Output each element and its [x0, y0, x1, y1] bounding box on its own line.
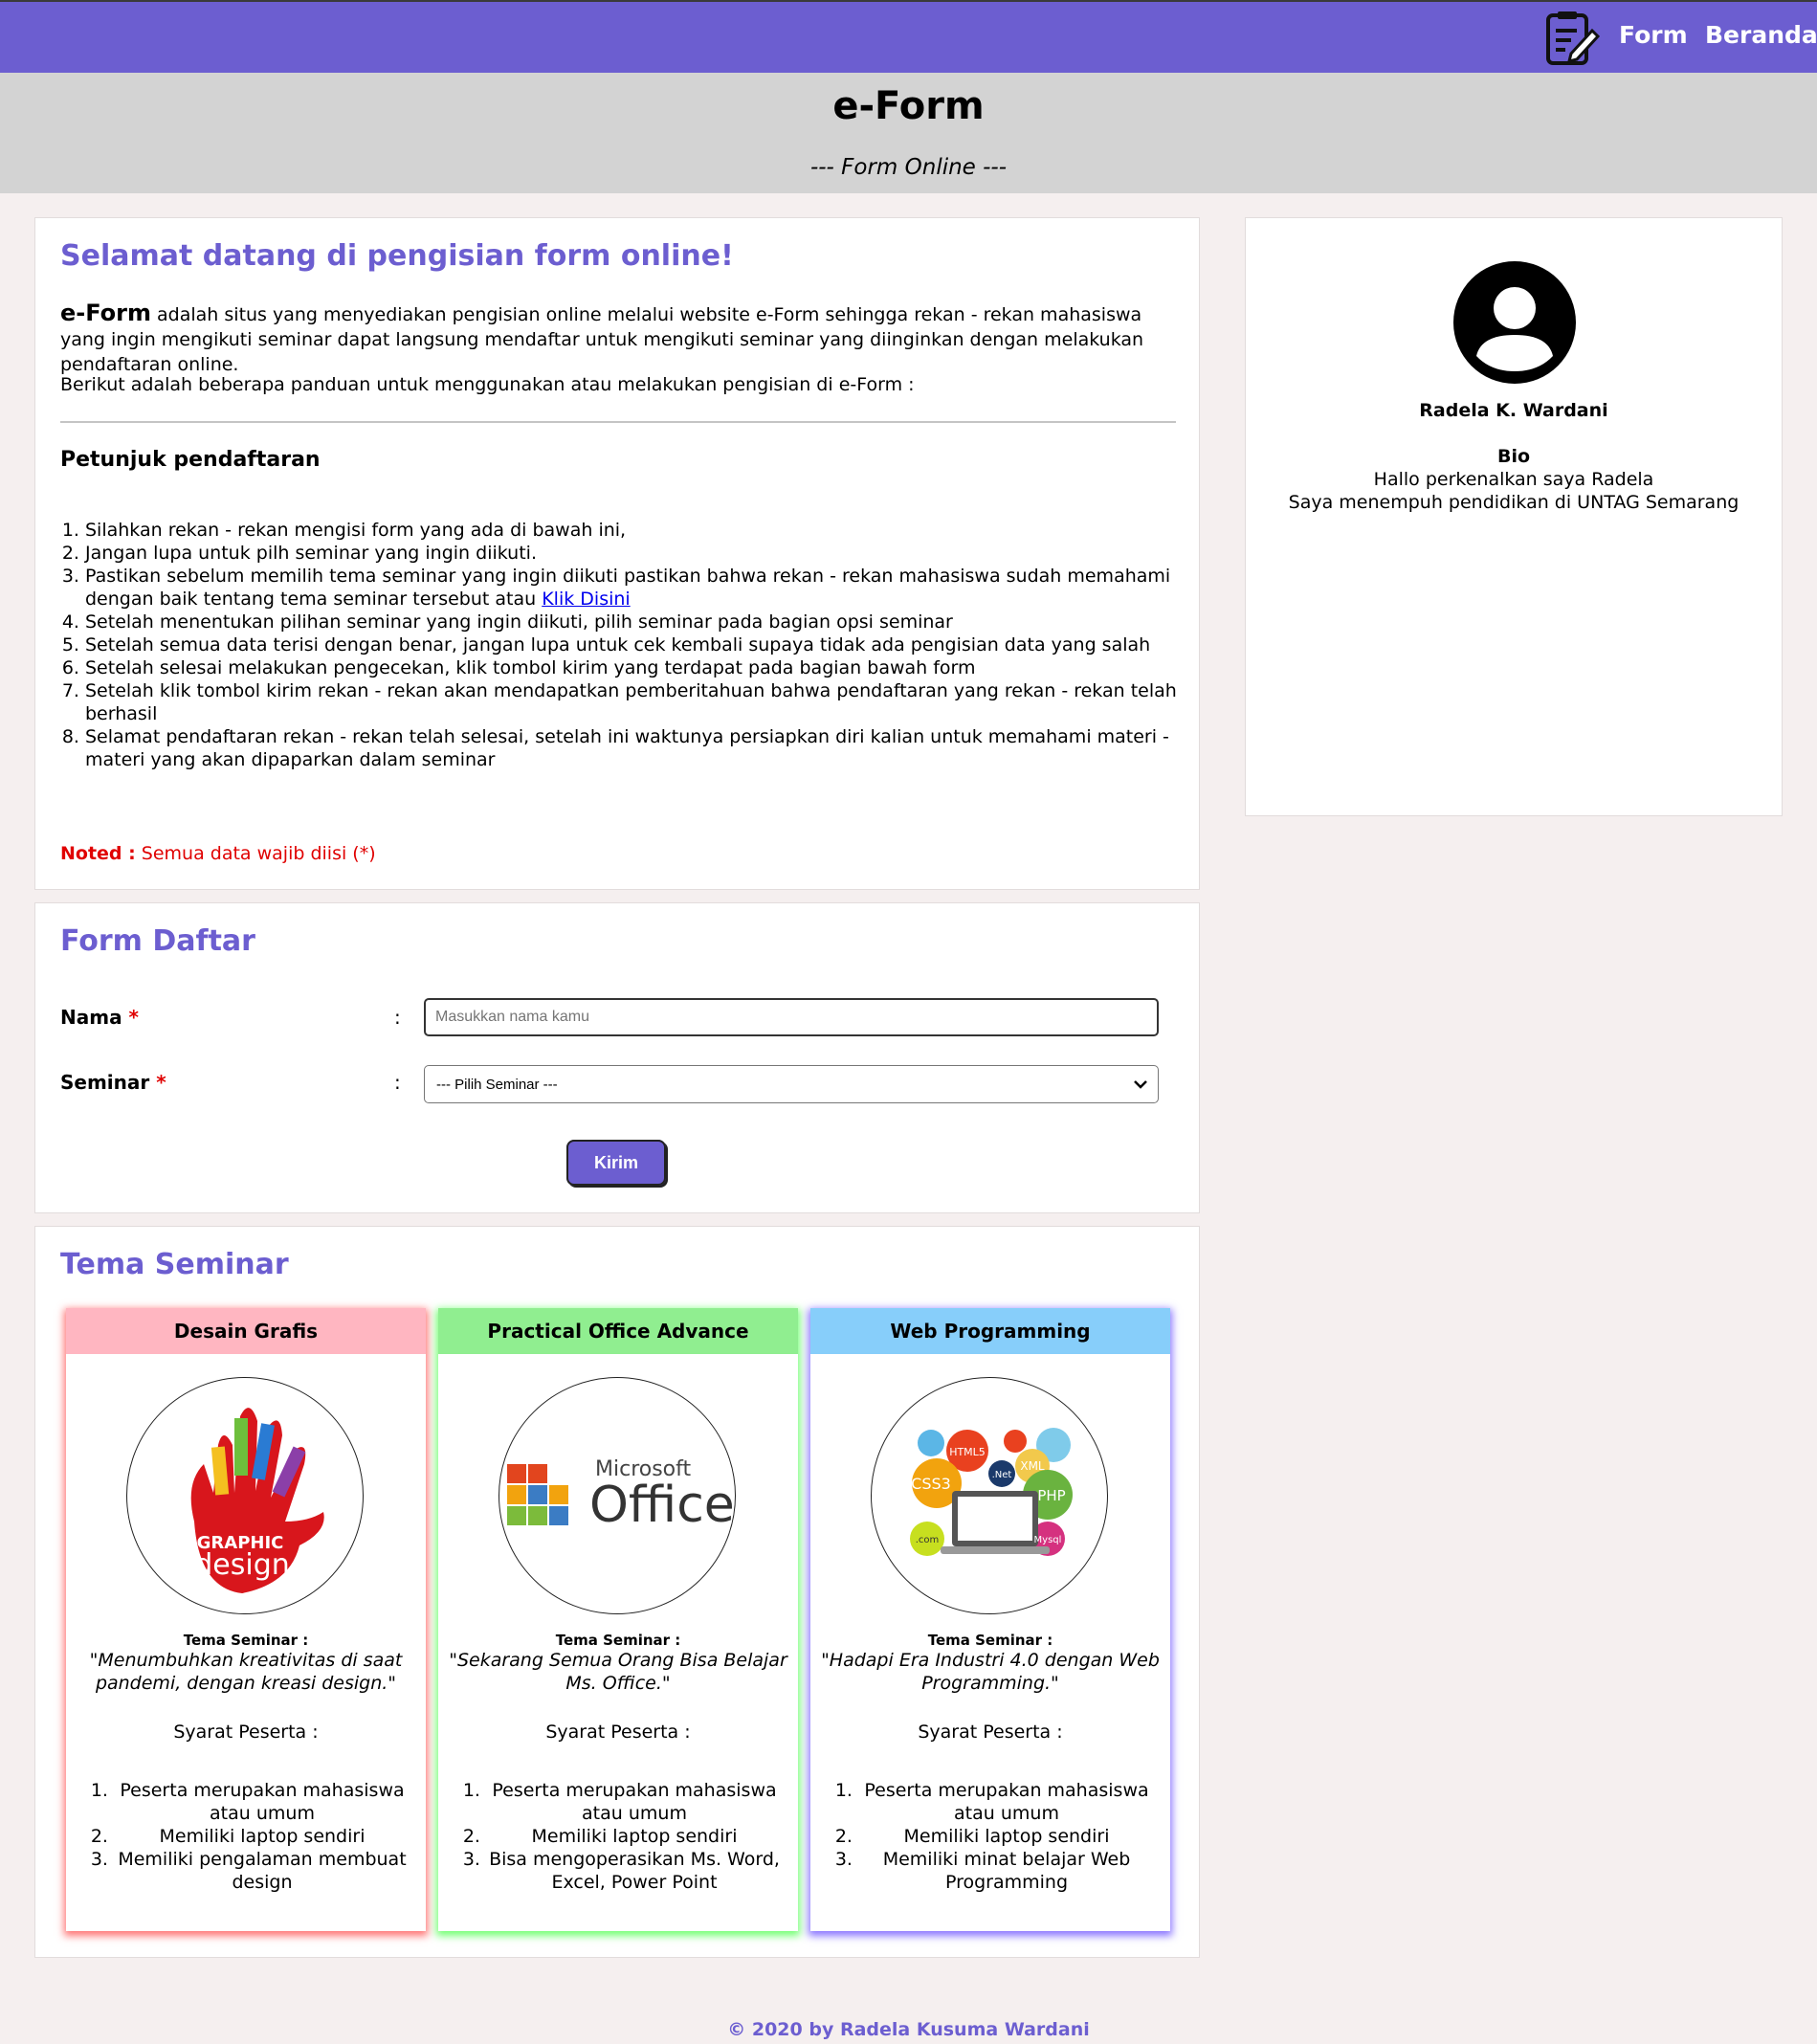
step-item: Silahkan rekan - rekan mengisi form yang… — [85, 519, 1185, 542]
nama-label-text: Nama — [60, 1006, 122, 1029]
noted-label: Noted : — [60, 843, 136, 864]
php-label: PHP — [1037, 1487, 1065, 1504]
navbar: Form Beranda — [0, 0, 1817, 73]
noted-message: Semua data wajib diisi (*) — [135, 843, 376, 864]
step-item: Setelah semua data terisi dengan benar, … — [85, 633, 1185, 656]
html5-label: HTML5 — [949, 1446, 986, 1458]
microsoft-office-image: Microsoft Office — [499, 1377, 736, 1614]
klik-disini-link[interactable]: Klik Disini — [542, 589, 630, 610]
intro-heading: Selamat datang di pengisian form online! — [60, 239, 734, 273]
tema-quote: "Hadapi Era Industri 4.0 dengan Web Prog… — [821, 1650, 1160, 1694]
step-item: Setelah selesai melakukan pengecekan, kl… — [85, 656, 1185, 679]
requirement-item: Peserta merupakan mahasiswa atau umum — [858, 1779, 1155, 1825]
seminar-label: Seminar * — [60, 1071, 166, 1094]
requirements-list: Peserta merupakan mahasiswa atau umum Me… — [81, 1779, 410, 1894]
com-label: .com — [916, 1535, 940, 1545]
tema-quote: "Sekarang Semua Orang Bisa Belajar Ms. O… — [449, 1650, 787, 1694]
graphic-design-image: GRAPHIC design — [126, 1377, 364, 1614]
site-title: e-Form — [832, 84, 985, 128]
css3-label: CSS3 — [911, 1475, 951, 1493]
form-card: Form Daftar Nama * : Seminar * : --- Pil… — [34, 902, 1200, 1213]
required-mark: * — [128, 1006, 140, 1029]
chevron-down-icon — [1134, 1080, 1147, 1089]
syarat-label: Syarat Peserta : — [173, 1722, 319, 1743]
seminar-select-value: --- Pilih Seminar --- — [436, 1076, 558, 1093]
mysql-label: Mysql — [1034, 1535, 1062, 1545]
seminar-select[interactable]: --- Pilih Seminar --- — [424, 1065, 1159, 1103]
tema-quote: "Menumbuhkan kreativitas di saat pandemi… — [89, 1650, 403, 1694]
tema-label: Tema Seminar : — [183, 1632, 309, 1649]
seminar-card-title: Practical Office Advance — [438, 1308, 798, 1354]
seminar-card-title: Web Programming — [810, 1308, 1170, 1354]
required-mark: * — [156, 1071, 166, 1094]
nama-input[interactable] — [424, 998, 1159, 1036]
syarat-label: Syarat Peserta : — [918, 1722, 1063, 1743]
seminar-card-web-programming: Web Programming HTML5 CSS3 PHP XML .Net … — [810, 1308, 1170, 1931]
bio-line: Hallo perkenalkan saya Radela — [1373, 469, 1654, 490]
intro-card: Selamat datang di pengisian form online!… — [34, 217, 1200, 890]
requirement-item: Memiliki minat belajar Web Programming — [858, 1848, 1155, 1894]
seminar-label-text: Seminar — [60, 1071, 150, 1094]
tema-heading: Tema Seminar — [60, 1248, 289, 1281]
syarat-label: Syarat Peserta : — [545, 1722, 691, 1743]
site-subtitle: --- Form Online --- — [809, 155, 1008, 180]
requirement-item: Peserta merupakan mahasiswa atau umum — [486, 1779, 783, 1825]
nama-label: Nama * — [60, 1006, 139, 1029]
design-text: design — [194, 1548, 290, 1582]
office-text: Office — [589, 1477, 735, 1534]
net-label: .Net — [992, 1470, 1012, 1480]
profile-card: Radela K. Wardani Bio Hallo perkenalkan … — [1245, 217, 1783, 816]
seminar-card-desain-grafis: Desain Grafis GRAPHIC design Tema Semina… — [66, 1308, 426, 1931]
header-band: e-Form --- Form Online --- — [0, 73, 1817, 193]
form-heading: Form Daftar — [60, 924, 255, 958]
guide-text: Berikut adalah beberapa panduan untuk me… — [60, 374, 915, 395]
bio-line: Saya menempuh pendidikan di UNTAG Semara… — [1288, 492, 1739, 513]
seminar-card-title: Desain Grafis — [66, 1308, 426, 1354]
step-item: Pastikan sebelum memilih tema seminar ya… — [85, 565, 1185, 611]
requirement-item: Memiliki pengalaman membuat design — [114, 1848, 410, 1894]
seminar-card-office: Practical Office Advance Microsoft Offic… — [438, 1308, 798, 1931]
steps-list: Silahkan rekan - rekan mengisi form yang… — [60, 519, 1185, 771]
intro-paragraph: e-Form adalah situs yang menyediakan pen… — [60, 300, 1180, 377]
intro-text: adalah situs yang menyediakan pengisian … — [60, 304, 1144, 375]
profile-name: Radela K. Wardani — [1419, 400, 1608, 421]
requirement-item: Memiliki laptop sendiri — [114, 1825, 410, 1848]
xml-label: XML — [1020, 1459, 1045, 1473]
tema-label: Tema Seminar : — [927, 1632, 1053, 1649]
requirements-list: Peserta merupakan mahasiswa atau umum Me… — [826, 1779, 1155, 1894]
requirement-item: Bisa mengoperasikan Ms. Word, Excel, Pow… — [486, 1848, 783, 1894]
step-item: Selamat pendaftaran rekan - rekan telah … — [85, 725, 1185, 771]
requirements-list: Peserta merupakan mahasiswa atau umum Me… — [454, 1779, 783, 1894]
colon: : — [394, 1006, 401, 1029]
footer-copyright: © 2020 by Radela Kusuma Wardani — [727, 2019, 1090, 2040]
step-item: Jangan lupa untuk pilh seminar yang ingi… — [85, 542, 1185, 565]
brand-name: e-Form — [60, 300, 151, 326]
nav-link-beranda[interactable]: Beranda — [1705, 21, 1817, 49]
tema-label: Tema Seminar : — [555, 1632, 681, 1649]
step-item: Setelah klik tombol kirim rekan - rekan … — [85, 679, 1185, 725]
web-programming-image: HTML5 CSS3 PHP XML .Net Mysql .com — [871, 1377, 1108, 1614]
steps-heading: Petunjuk pendaftaran — [60, 448, 321, 472]
divider — [60, 421, 1176, 423]
bio-title: Bio — [1496, 446, 1531, 467]
account-circle-icon — [1453, 261, 1576, 384]
edit-document-icon[interactable] — [1542, 10, 1600, 67]
noted-text: Noted : Semua data wajib diisi (*) — [60, 843, 376, 864]
kirim-button[interactable]: Kirim — [566, 1140, 666, 1186]
requirement-item: Memiliki laptop sendiri — [858, 1825, 1155, 1848]
tema-card: Tema Seminar Desain Grafis GRAPHIC desig… — [34, 1226, 1200, 1958]
requirement-item: Peserta merupakan mahasiswa atau umum — [114, 1779, 410, 1825]
step-item: Setelah menentukan pilihan seminar yang … — [85, 611, 1185, 633]
colon: : — [394, 1071, 401, 1094]
nav-link-form[interactable]: Form — [1619, 21, 1688, 49]
requirement-item: Memiliki laptop sendiri — [486, 1825, 783, 1848]
